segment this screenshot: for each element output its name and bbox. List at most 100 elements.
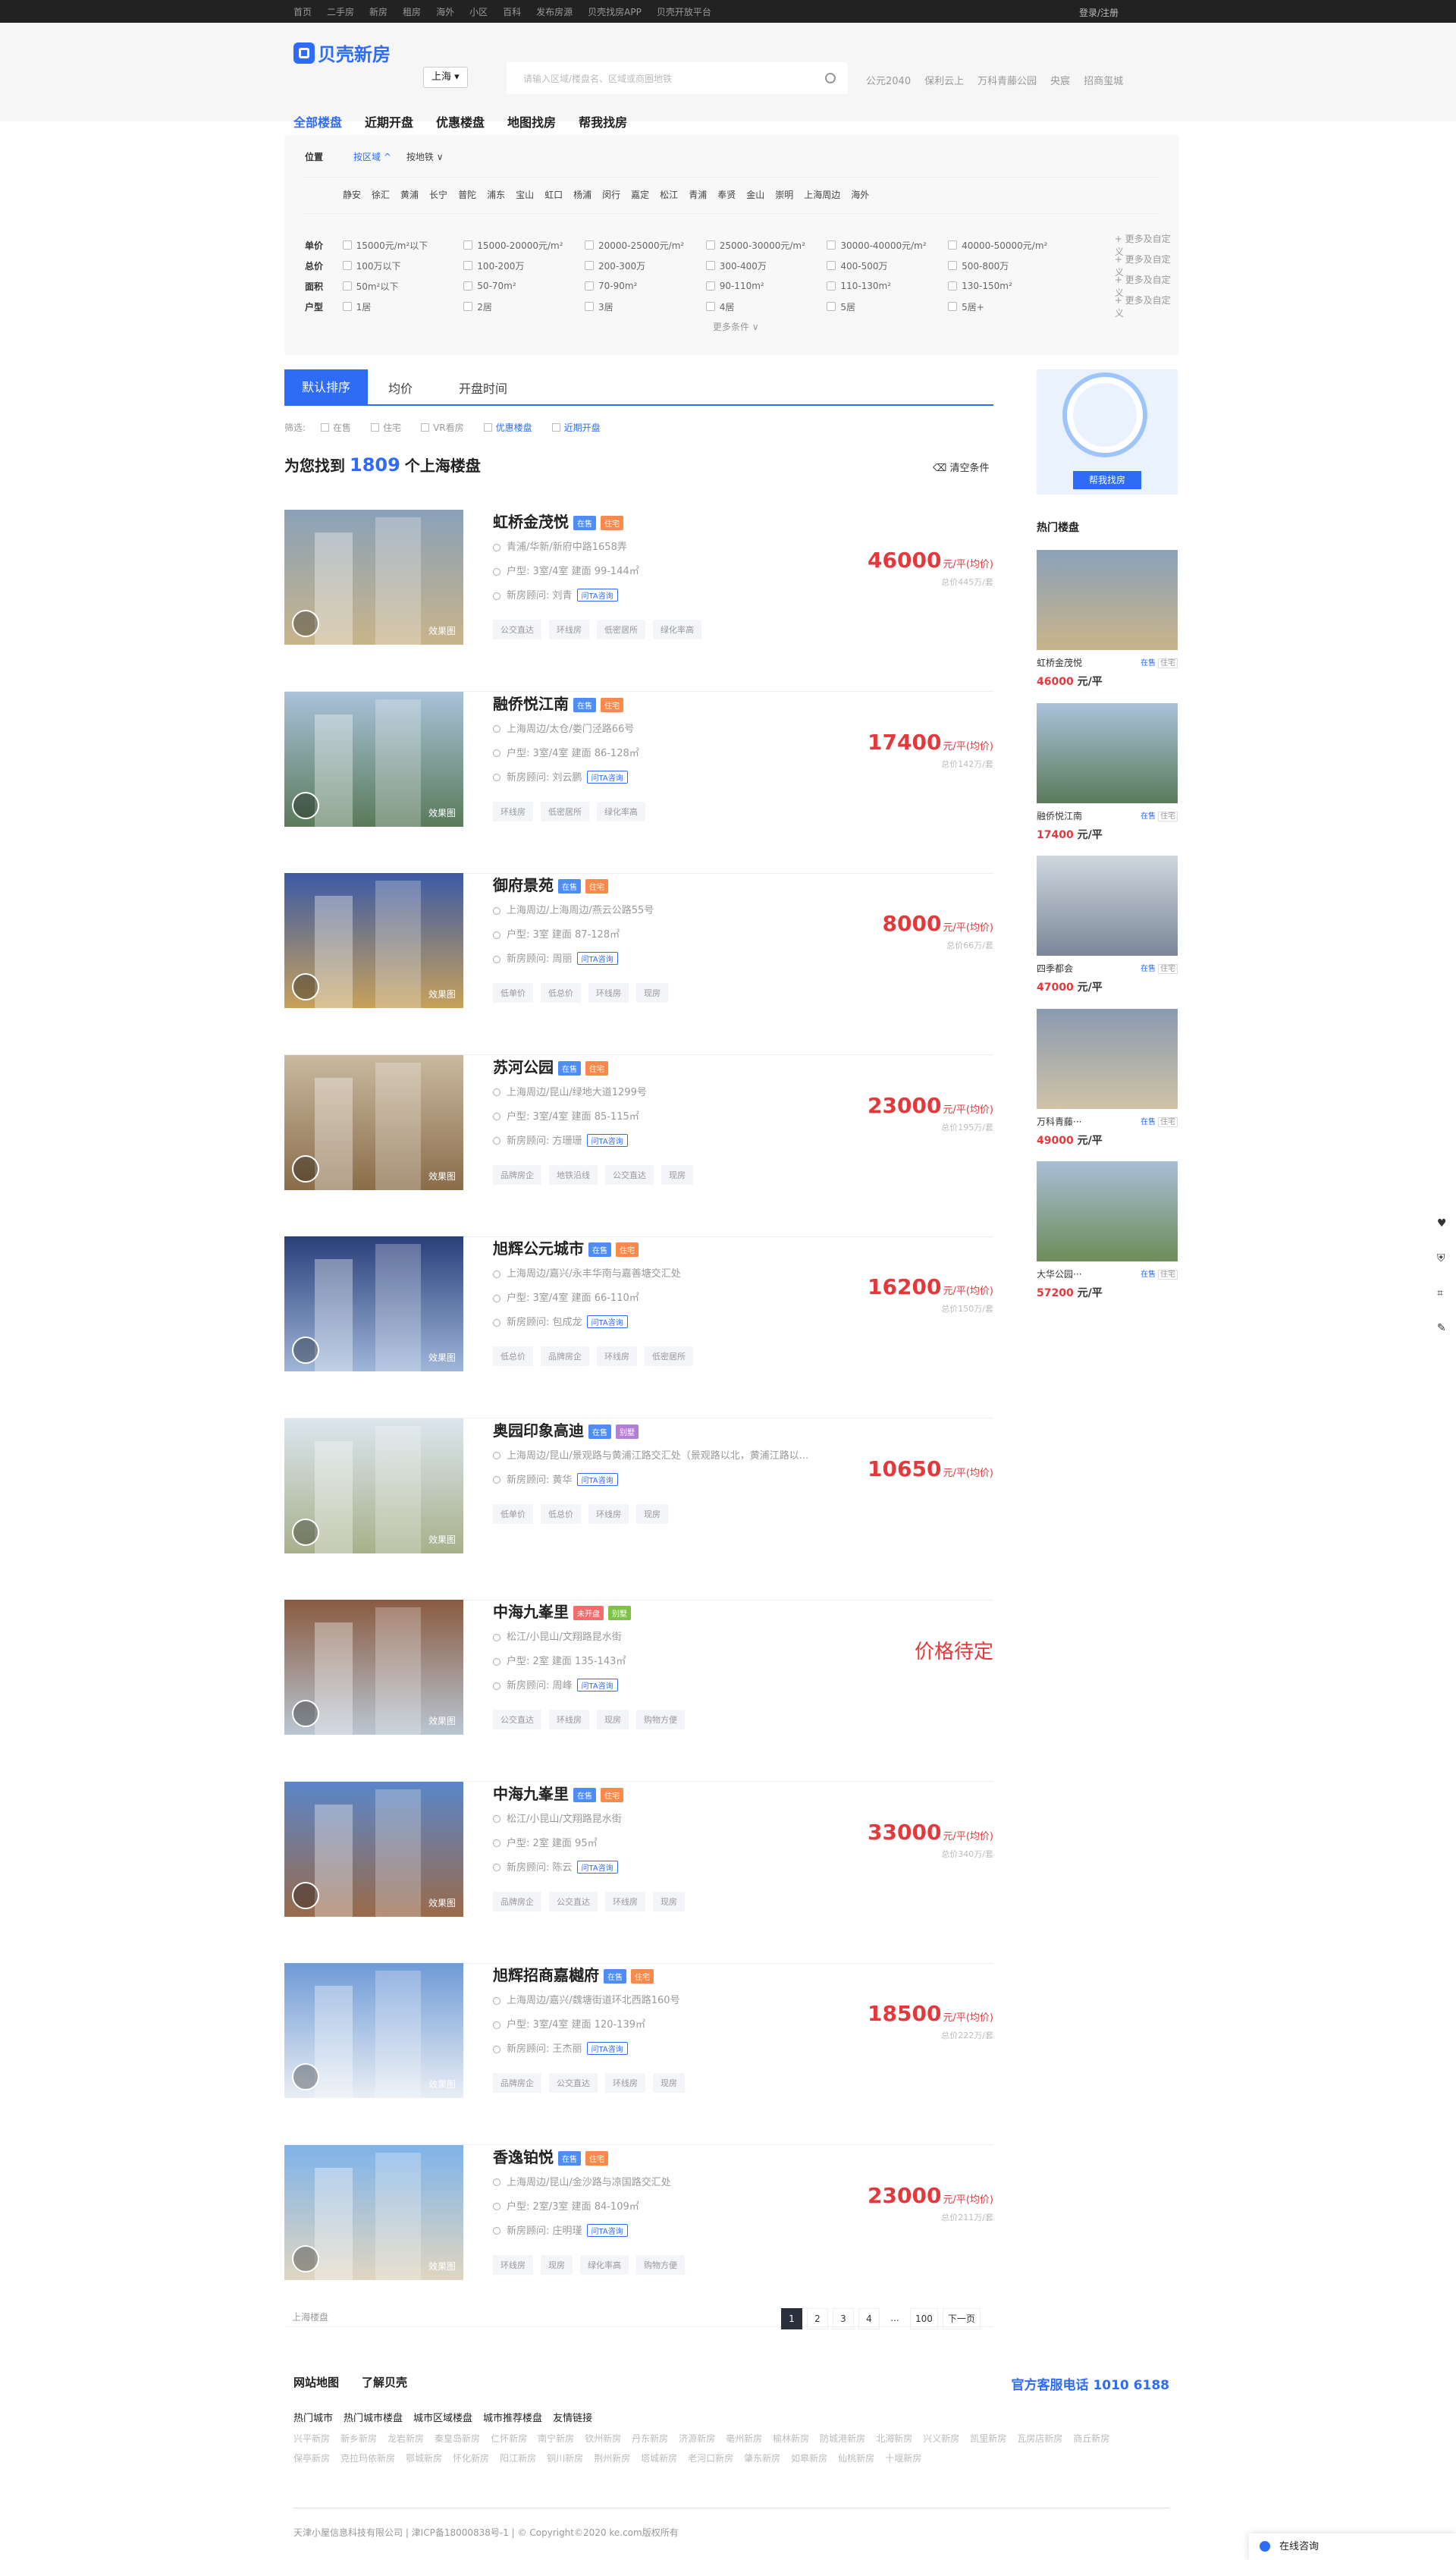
- hot-link[interactable]: 招商玺城: [1084, 73, 1123, 87]
- city-link[interactable]: 凯里新房: [970, 2429, 1006, 2448]
- listing-name[interactable]: 旭辉公元城市 在售 住宅: [493, 1236, 639, 1258]
- filter-option[interactable]: 25000-30000元/m²: [705, 239, 827, 252]
- search-icon[interactable]: [825, 73, 836, 83]
- city-link[interactable]: 十堰新房: [885, 2448, 921, 2468]
- hot-photo[interactable]: [1037, 856, 1178, 956]
- footer-link[interactable]: 城市区域楼盘: [413, 2410, 472, 2424]
- checkbox[interactable]: [827, 261, 836, 270]
- filter-option[interactable]: 100万以下: [342, 259, 464, 272]
- hot-listing[interactable]: 虹桥金茂悦 在售 住宅 46000 元/平: [1037, 550, 1178, 689]
- hot-link[interactable]: 保利云上: [924, 73, 964, 87]
- filter-option[interactable]: 50-70m²: [463, 281, 585, 291]
- shield-icon[interactable]: ⛨: [1437, 1252, 1451, 1266]
- page-button[interactable]: 下一页: [942, 2308, 981, 2329]
- consult-button[interactable]: 问TA咨询: [576, 589, 618, 602]
- listing-card[interactable]: 效果图 苏河公园 在售 住宅 上海周边/昆山/绿地大道1299号 户型: 3室/4室 建面…: [284, 1054, 993, 1237]
- district-item[interactable]: 海外: [851, 188, 869, 201]
- city-link[interactable]: 老河口新房: [688, 2448, 733, 2468]
- listing-card[interactable]: 效果图 虹桥金茂悦 在售 住宅 青浦/华新/新府中路1658弄 户型: 3室/4室 建面 …: [284, 510, 993, 692]
- page-button[interactable]: 100: [910, 2308, 938, 2329]
- checkbox[interactable]: [342, 261, 352, 270]
- play-icon[interactable]: [292, 1518, 319, 1546]
- filter-option[interactable]: 300-400万: [705, 259, 827, 272]
- checkbox[interactable]: [705, 261, 715, 270]
- filter-option[interactable]: 130-150m²: [948, 281, 1069, 291]
- filter-option[interactable]: 30000-40000元/m²: [827, 239, 948, 252]
- checkbox[interactable]: [342, 302, 352, 311]
- checkbox[interactable]: [585, 240, 594, 250]
- city-link[interactable]: 塔城新房: [641, 2448, 677, 2468]
- listing-card[interactable]: 效果图 旭辉招商嘉樾府 在售 住宅 上海周边/嘉兴/魏塘街道环北西路160号 户型: 3室…: [284, 1963, 993, 2145]
- heart-icon[interactable]: ♥: [1437, 1217, 1451, 1231]
- city-selector[interactable]: 上海 ▾: [423, 67, 468, 88]
- filter-option[interactable]: 1居: [342, 300, 464, 313]
- checkbox[interactable]: [705, 302, 715, 311]
- city-link[interactable]: 仙桃新房: [838, 2448, 874, 2468]
- district-item[interactable]: 金山: [746, 188, 764, 201]
- checkbox[interactable]: [827, 240, 836, 250]
- page-button[interactable]: 2: [807, 2308, 828, 2329]
- checkbox[interactable]: [948, 261, 958, 270]
- city-link[interactable]: 南宁新房: [538, 2429, 574, 2448]
- top-nav-item[interactable]: 贝壳找房APP: [588, 5, 642, 18]
- edit-icon[interactable]: ✎: [1437, 1322, 1451, 1336]
- district-item[interactable]: 闵行: [602, 188, 620, 201]
- consult-button[interactable]: 问TA咨询: [586, 2042, 628, 2055]
- listing-photo[interactable]: 效果图: [284, 1054, 463, 1190]
- hot-name[interactable]: 大华公园···: [1037, 1267, 1081, 1280]
- city-link[interactable]: 秦皇岛新房: [435, 2429, 480, 2448]
- top-nav-item[interactable]: 新房: [369, 5, 388, 18]
- filter-option[interactable]: 400-500万: [827, 259, 948, 272]
- checkbox[interactable]: [948, 240, 958, 250]
- online-chat-button[interactable]: 在线咨询: [1249, 2533, 1456, 2560]
- by-subway-toggle[interactable]: 按地铁 ∨: [406, 150, 444, 163]
- city-link[interactable]: 防城港新房: [820, 2429, 865, 2448]
- listing-photo[interactable]: 效果图: [284, 510, 463, 645]
- play-icon[interactable]: [292, 1700, 319, 1727]
- filter-option[interactable]: 500-800万: [948, 259, 1069, 272]
- district-item[interactable]: 普陀: [458, 188, 476, 201]
- filter-option[interactable]: 5居: [827, 300, 948, 313]
- top-nav-item[interactable]: 二手房: [327, 5, 354, 18]
- play-icon[interactable]: [292, 610, 319, 637]
- checkbox[interactable]: [463, 281, 473, 291]
- screen-option[interactable]: 在售: [321, 421, 351, 434]
- footer-link[interactable]: 热门城市: [293, 2410, 333, 2424]
- hot-listing[interactable]: 大华公园··· 在售 住宅 57200 元/平: [1037, 1161, 1178, 1300]
- checkbox[interactable]: [705, 240, 715, 250]
- checkbox[interactable]: [705, 281, 715, 291]
- listing-photo[interactable]: 效果图: [284, 691, 463, 827]
- filter-option[interactable]: 20000-25000元/m²: [585, 239, 706, 252]
- filter-option[interactable]: 70-90m²: [585, 281, 706, 291]
- checkbox[interactable]: [827, 281, 836, 291]
- district-item[interactable]: 嘉定: [631, 188, 649, 201]
- listing-photo[interactable]: 效果图: [284, 2144, 463, 2280]
- consult-button[interactable]: 问TA咨询: [586, 770, 628, 784]
- city-link[interactable]: 丹东新房: [632, 2429, 668, 2448]
- district-item[interactable]: 上海周边: [804, 188, 840, 201]
- listing-photo[interactable]: 效果图: [284, 1236, 463, 1371]
- listing-name[interactable]: 旭辉招商嘉樾府 在售 住宅: [493, 1963, 654, 1985]
- city-link[interactable]: 怀化新房: [453, 2448, 489, 2468]
- city-link[interactable]: 鄂城新房: [406, 2448, 442, 2468]
- clear-conditions-button[interactable]: ⌫ 清空条件: [933, 460, 990, 474]
- city-link[interactable]: 新乡新房: [340, 2429, 377, 2448]
- checkbox[interactable]: [371, 423, 380, 432]
- search-input[interactable]: 请输入区域/楼盘名、区域或商圈地铁: [523, 72, 672, 85]
- city-link[interactable]: 如皋新房: [791, 2448, 827, 2468]
- footer-link[interactable]: 热门城市楼盘: [344, 2410, 403, 2424]
- filter-option[interactable]: 3居: [585, 300, 706, 313]
- listing-name[interactable]: 苏河公园 在售 住宅: [493, 1055, 608, 1077]
- scan-icon[interactable]: ⌗: [1437, 1287, 1451, 1301]
- consult-button[interactable]: 问TA咨询: [586, 1133, 628, 1147]
- logo[interactable]: 贝壳新房: [293, 39, 391, 66]
- listing-card[interactable]: 效果图 香逸铂悦 在售 住宅 上海周边/昆山/金沙路与凉国路交汇处 户型: 2室/3室 建…: [284, 2144, 993, 2327]
- district-item[interactable]: 黄浦: [400, 188, 419, 201]
- top-nav-item[interactable]: 贝壳开放平台: [657, 5, 711, 18]
- listing-photo[interactable]: 效果图: [284, 1418, 463, 1553]
- filter-option[interactable]: 200-300万: [585, 259, 706, 272]
- city-link[interactable]: 铜川新房: [547, 2448, 583, 2468]
- checkbox[interactable]: [948, 302, 958, 311]
- district-item[interactable]: 松江: [660, 188, 678, 201]
- district-item[interactable]: 奉贤: [717, 188, 736, 201]
